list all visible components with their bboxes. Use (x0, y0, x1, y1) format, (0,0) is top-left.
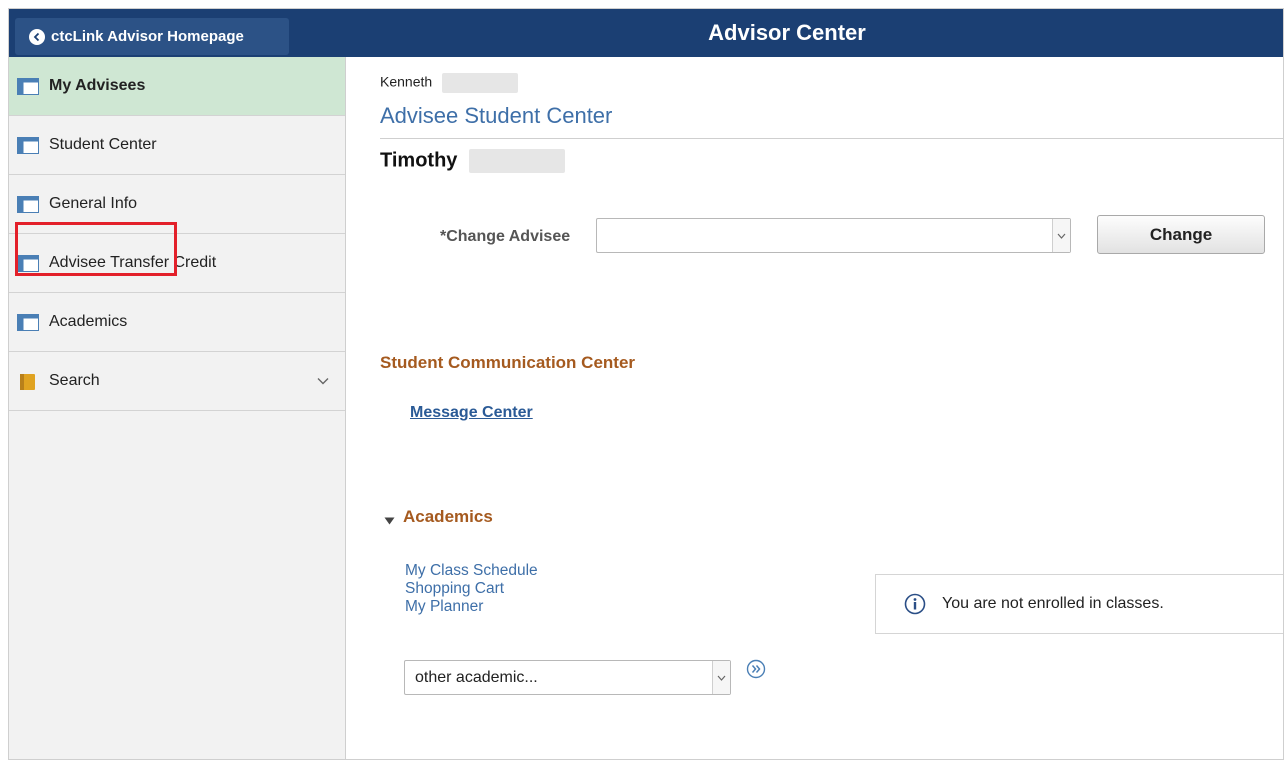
sidebar-item-student-center[interactable]: Student Center (9, 116, 345, 175)
header-bar: ctcLink Advisor Homepage Advisor Center (9, 9, 1283, 57)
enrollment-notice-text: You are not enrolled in classes. (942, 595, 1164, 612)
list-panel-icon (17, 136, 39, 154)
sidebar-item-label: Search (49, 372, 100, 389)
chevron-down-icon (712, 661, 730, 694)
sidebar-item-label: Academics (49, 313, 128, 330)
app-window: ctcLink Advisor Homepage Advisor Center … (8, 8, 1284, 760)
change-advisee-select[interactable] (596, 218, 1071, 253)
student-name: Timothy (380, 149, 565, 173)
advisor-homepage-button[interactable]: ctcLink Advisor Homepage (15, 18, 289, 55)
sidebar-item-label: Student Center (49, 136, 157, 153)
advisor-homepage-label: ctcLink Advisor Homepage (51, 28, 244, 45)
chevron-down-icon (1052, 219, 1070, 252)
sidebar: My Advisees Student Center General Info … (9, 57, 346, 759)
double-chevron-right-icon[interactable] (746, 659, 766, 679)
my-class-schedule-link[interactable]: My Class Schedule (405, 562, 538, 580)
main-content: Kenneth Advisee Student Center Timothy *… (346, 57, 1283, 759)
user-first-name: Kenneth (380, 73, 433, 90)
change-advisee-label: *Change Advisee (440, 228, 571, 245)
list-panel-icon (17, 77, 39, 95)
student-first-name: Timothy (380, 149, 458, 172)
list-panel-icon (17, 195, 39, 213)
sidebar-item-label: My Advisees (49, 77, 146, 94)
academics-section-title[interactable]: Academics (403, 507, 493, 527)
chevron-down-icon[interactable] (317, 372, 329, 390)
sidebar-item-label: Advisee Transfer Credit (49, 254, 217, 271)
page-heading: Advisee Student Center (380, 103, 613, 128)
redacted-student-surname (468, 149, 565, 173)
sidebar-item-search[interactable]: Search (9, 352, 345, 411)
user-name: Kenneth (380, 73, 519, 93)
sidebar-item-advisee-transfer-credit[interactable]: Advisee Transfer Credit (9, 234, 345, 293)
page-title: Advisor Center (708, 20, 866, 45)
other-academic-select[interactable]: other academic... (404, 660, 731, 695)
message-center-link[interactable]: Message Center (410, 404, 533, 422)
communication-section-title: Student Communication Center (380, 353, 636, 372)
sidebar-item-my-advisees[interactable]: My Advisees (9, 57, 345, 116)
change-button[interactable]: Change (1097, 215, 1265, 254)
divider (380, 138, 1283, 139)
shopping-cart-link[interactable]: Shopping Cart (405, 580, 538, 598)
collapse-triangle-icon[interactable] (384, 512, 395, 530)
enrollment-notice: You are not enrolled in classes. (875, 574, 1283, 634)
redacted-user-surname (442, 73, 519, 93)
chevron-left-icon (29, 28, 45, 45)
folder-icon (17, 373, 39, 390)
other-academic-value: other academic... (415, 668, 538, 686)
sidebar-item-general-info[interactable]: General Info (9, 175, 345, 234)
info-icon (904, 593, 926, 615)
list-panel-icon (17, 313, 39, 331)
my-planner-link[interactable]: My Planner (405, 598, 538, 616)
academics-links: My Class Schedule Shopping Cart My Plann… (405, 562, 538, 616)
sidebar-item-label: General Info (49, 195, 138, 212)
sidebar-item-academics[interactable]: Academics (9, 293, 345, 352)
list-panel-icon (17, 254, 39, 272)
